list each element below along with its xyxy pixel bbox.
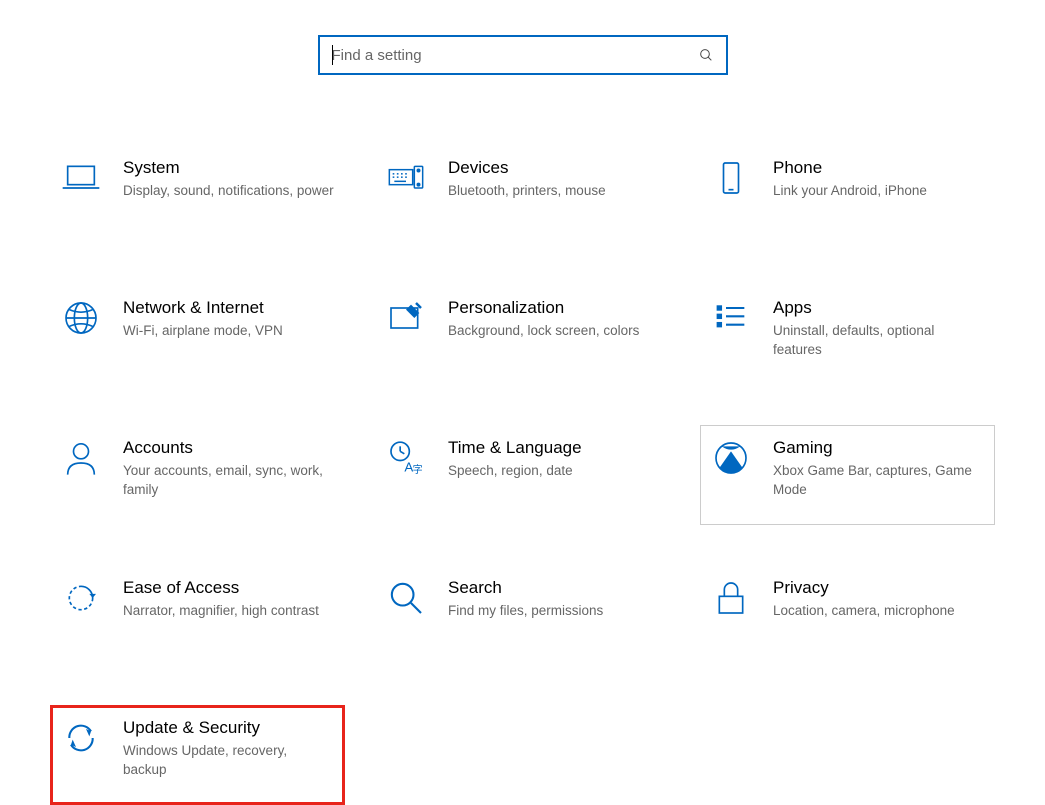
tile-desc: Display, sound, notifications, power bbox=[123, 182, 334, 201]
tile-privacy[interactable]: Privacy Location, camera, microphone bbox=[700, 565, 995, 665]
person-icon bbox=[61, 438, 101, 478]
phone-icon bbox=[711, 158, 751, 198]
tile-desc: Link your Android, iPhone bbox=[773, 182, 984, 201]
list-icon bbox=[711, 298, 751, 338]
magnifier-icon bbox=[386, 578, 426, 618]
tile-system[interactable]: System Display, sound, notifications, po… bbox=[50, 145, 345, 245]
tile-text: Update & Security Windows Update, recove… bbox=[123, 718, 334, 780]
tile-text: Network & Internet Wi-Fi, airplane mode,… bbox=[123, 298, 334, 341]
time-language-icon: A 字 bbox=[386, 438, 426, 478]
tile-update-security[interactable]: Update & Security Windows Update, recove… bbox=[50, 705, 345, 805]
sync-icon bbox=[61, 718, 101, 758]
tile-title: Accounts bbox=[123, 438, 334, 458]
tile-title: Update & Security bbox=[123, 718, 334, 738]
tile-desc: Xbox Game Bar, captures, Game Mode bbox=[773, 462, 984, 500]
tile-apps[interactable]: Apps Uninstall, defaults, optional featu… bbox=[700, 285, 995, 385]
tile-text: Ease of Access Narrator, magnifier, high… bbox=[123, 578, 334, 621]
tile-personalization[interactable]: Personalization Background, lock screen,… bbox=[375, 285, 670, 385]
tile-desc: Background, lock screen, colors bbox=[448, 322, 659, 341]
xbox-icon bbox=[711, 438, 751, 478]
tile-network[interactable]: Network & Internet Wi-Fi, airplane mode,… bbox=[50, 285, 345, 385]
tile-time-language[interactable]: A 字 Time & Language Speech, region, date bbox=[375, 425, 670, 525]
tile-phone[interactable]: Phone Link your Android, iPhone bbox=[700, 145, 995, 245]
settings-grid: System Display, sound, notifications, po… bbox=[0, 115, 1045, 805]
tile-title: Gaming bbox=[773, 438, 984, 458]
search-input[interactable] bbox=[332, 47, 698, 64]
search-icon bbox=[698, 47, 714, 63]
tile-devices[interactable]: Devices Bluetooth, printers, mouse bbox=[375, 145, 670, 245]
tile-ease-of-access[interactable]: Ease of Access Narrator, magnifier, high… bbox=[50, 565, 345, 665]
tile-search[interactable]: Search Find my files, permissions bbox=[375, 565, 670, 665]
tile-title: Apps bbox=[773, 298, 984, 318]
tile-desc: Uninstall, defaults, optional features bbox=[773, 322, 984, 360]
tile-title: Search bbox=[448, 578, 659, 598]
tile-desc: Windows Update, recovery, backup bbox=[123, 742, 334, 780]
tile-title: Ease of Access bbox=[123, 578, 334, 598]
tile-text: Search Find my files, permissions bbox=[448, 578, 659, 621]
tile-text: Gaming Xbox Game Bar, captures, Game Mod… bbox=[773, 438, 984, 500]
tile-desc: Your accounts, email, sync, work, family bbox=[123, 462, 334, 500]
tile-text: Accounts Your accounts, email, sync, wor… bbox=[123, 438, 334, 500]
tile-text: Personalization Background, lock screen,… bbox=[448, 298, 659, 341]
paintbrush-icon bbox=[386, 298, 426, 338]
lock-icon bbox=[711, 578, 751, 618]
tile-desc: Bluetooth, printers, mouse bbox=[448, 182, 659, 201]
tile-desc: Location, camera, microphone bbox=[773, 602, 984, 621]
tile-title: Phone bbox=[773, 158, 984, 178]
tile-desc: Find my files, permissions bbox=[448, 602, 659, 621]
laptop-icon bbox=[61, 158, 101, 198]
tile-title: System bbox=[123, 158, 334, 178]
tile-title: Network & Internet bbox=[123, 298, 334, 318]
tile-accounts[interactable]: Accounts Your accounts, email, sync, wor… bbox=[50, 425, 345, 525]
search-container bbox=[0, 0, 1045, 115]
tile-title: Devices bbox=[448, 158, 659, 178]
tile-title: Personalization bbox=[448, 298, 659, 318]
keyboard-icon bbox=[386, 158, 426, 198]
tile-gaming[interactable]: Gaming Xbox Game Bar, captures, Game Mod… bbox=[700, 425, 995, 525]
tile-title: Time & Language bbox=[448, 438, 659, 458]
globe-icon bbox=[61, 298, 101, 338]
text-cursor bbox=[332, 45, 333, 65]
tile-text: Time & Language Speech, region, date bbox=[448, 438, 659, 481]
tile-desc: Narrator, magnifier, high contrast bbox=[123, 602, 334, 621]
search-box[interactable] bbox=[318, 35, 728, 75]
tile-title: Privacy bbox=[773, 578, 984, 598]
tile-desc: Speech, region, date bbox=[448, 462, 659, 481]
svg-text:字: 字 bbox=[413, 463, 423, 476]
tile-text: Privacy Location, camera, microphone bbox=[773, 578, 984, 621]
tile-text: Phone Link your Android, iPhone bbox=[773, 158, 984, 201]
ease-of-access-icon bbox=[61, 578, 101, 618]
tile-text: Devices Bluetooth, printers, mouse bbox=[448, 158, 659, 201]
tile-text: Apps Uninstall, defaults, optional featu… bbox=[773, 298, 984, 360]
tile-desc: Wi-Fi, airplane mode, VPN bbox=[123, 322, 334, 341]
tile-text: System Display, sound, notifications, po… bbox=[123, 158, 334, 201]
